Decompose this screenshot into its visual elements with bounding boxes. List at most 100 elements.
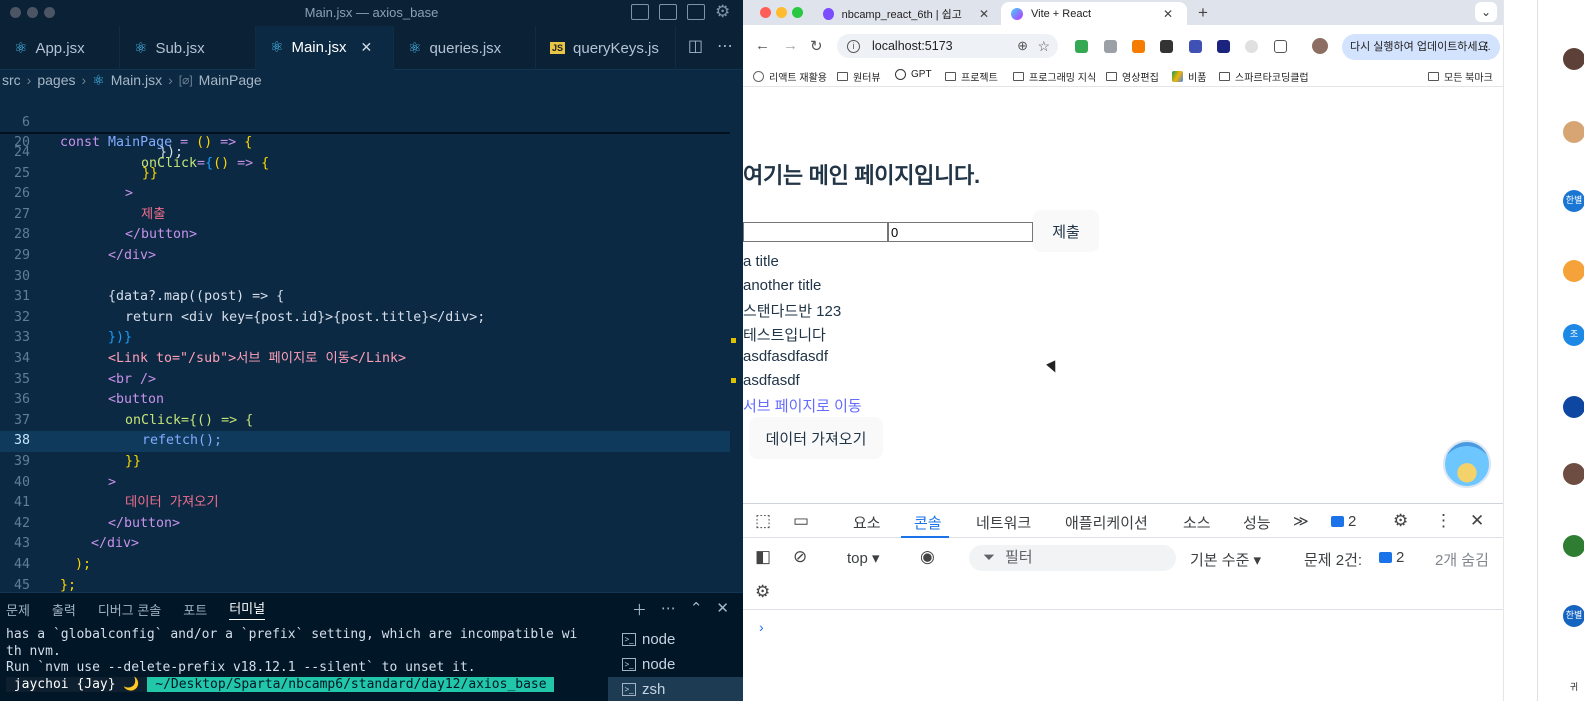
sub-page-link[interactable]: 서브 페이지로 이동 bbox=[743, 395, 862, 416]
filter-input[interactable]: ⏷ 필터 bbox=[969, 545, 1176, 571]
console-prompt[interactable]: › bbox=[759, 619, 764, 635]
toggle-sidebar-icon[interactable] bbox=[631, 4, 649, 20]
tab-querykeys-js[interactable]: JS queryKeys.js bbox=[536, 26, 676, 70]
gear-icon[interactable]: ⚙ bbox=[715, 4, 733, 21]
puzzle-icon[interactable] bbox=[1274, 40, 1287, 53]
bookmark-item[interactable]: 프로젝트 bbox=[945, 69, 998, 84]
views-input[interactable] bbox=[888, 222, 1033, 242]
terminal-output[interactable]: has a `globalconfig` and/or a `prefix` s… bbox=[6, 627, 601, 693]
inspect-element-icon[interactable]: ⬚ bbox=[755, 511, 771, 531]
forward-icon[interactable]: → bbox=[783, 37, 798, 54]
tab-performance[interactable]: 성능 bbox=[1243, 512, 1271, 533]
close-tab-icon[interactable]: ✕ bbox=[979, 7, 989, 21]
toggle-panel-icon[interactable] bbox=[659, 4, 677, 20]
avatar[interactable] bbox=[1563, 260, 1584, 282]
profile-avatar[interactable] bbox=[1312, 38, 1328, 54]
avatar[interactable]: 귀 bbox=[1563, 677, 1584, 699]
terminal-item[interactable]: >_ node bbox=[608, 627, 743, 652]
avatar[interactable]: 한별 bbox=[1563, 190, 1584, 212]
clear-console-icon[interactable]: ⊘ bbox=[793, 547, 807, 567]
issues-badge[interactable]: 2 bbox=[1331, 513, 1356, 530]
breadcrumb-item[interactable]: pages bbox=[37, 72, 75, 88]
extension-icon[interactable] bbox=[1075, 40, 1088, 53]
tab-ports[interactable]: 포트 bbox=[183, 600, 207, 619]
avatar[interactable] bbox=[1563, 396, 1584, 418]
settings-gear-icon[interactable]: ⚙ bbox=[755, 582, 770, 602]
more-tabs-icon[interactable]: ≫ bbox=[1293, 512, 1309, 530]
bookmark-item[interactable]: 스파르타코딩클럽 bbox=[1219, 69, 1309, 84]
more-actions-icon[interactable]: ⋯ bbox=[717, 36, 733, 55]
close-tab-icon[interactable]: ✕ bbox=[360, 39, 372, 56]
reload-icon[interactable]: ↻ bbox=[810, 37, 823, 55]
avatar[interactable] bbox=[1563, 535, 1584, 557]
breadcrumb-item[interactable]: src bbox=[2, 72, 21, 88]
eye-icon[interactable]: ◉ bbox=[920, 547, 935, 567]
avatar[interactable]: 한별 bbox=[1563, 605, 1584, 627]
bookmark-item[interactable]: 비품 bbox=[1172, 69, 1206, 84]
floating-island-icon[interactable] bbox=[1443, 440, 1491, 488]
device-toolbar-icon[interactable]: ▭ bbox=[793, 511, 809, 531]
chevron-down-icon[interactable]: ⌄ bbox=[1475, 2, 1497, 22]
maximize-window-button[interactable] bbox=[792, 7, 803, 18]
log-level-dropdown[interactable]: 기본 수준 ▾ bbox=[1190, 549, 1261, 570]
bookmark-item[interactable]: 모든 북마크 bbox=[1428, 69, 1493, 84]
bookmark-star-icon[interactable]: ☆ bbox=[1037, 38, 1050, 55]
avatar[interactable]: 조 bbox=[1563, 324, 1584, 346]
minimize-window-button[interactable] bbox=[776, 7, 787, 18]
site-info-icon[interactable]: i bbox=[847, 39, 860, 53]
zoom-icon[interactable]: ⊕ bbox=[1017, 38, 1028, 54]
issues-badge[interactable]: 2 bbox=[1379, 549, 1404, 566]
tab-app-jsx[interactable]: ⚛ App.jsx bbox=[0, 26, 120, 70]
tab-console[interactable]: 콘솔 bbox=[914, 512, 942, 533]
tab-application[interactable]: 애플리케이션 bbox=[1065, 512, 1148, 533]
tab-queries-jsx[interactable]: ⚛ queries.jsx bbox=[394, 26, 536, 70]
tab-sub-jsx[interactable]: ⚛ Sub.jsx bbox=[120, 26, 256, 70]
settings-gear-icon[interactable]: ⚙ bbox=[1393, 511, 1408, 531]
browser-tab[interactable]: nbcamp_react_6th | 쉽고 재미 ✕ bbox=[813, 2, 999, 25]
bookmark-item[interactable]: GPT bbox=[895, 69, 932, 80]
fetch-data-button[interactable]: 데이터 가져오기 bbox=[749, 417, 883, 459]
tab-terminal[interactable]: 터미널 bbox=[229, 598, 266, 620]
tab-elements[interactable]: 요소 bbox=[853, 512, 881, 533]
address-bar[interactable]: i localhost:5173 ⊕ ☆ bbox=[837, 34, 1058, 58]
maximize-panel-icon[interactable]: ⌃ bbox=[690, 599, 703, 620]
more-actions-icon[interactable]: ⋯ bbox=[661, 599, 676, 620]
tab-output[interactable]: 출력 bbox=[52, 600, 76, 619]
tab-main-jsx[interactable]: ⚛ Main.jsx ✕ bbox=[256, 26, 394, 70]
avatar[interactable] bbox=[1563, 463, 1584, 485]
extension-icon[interactable] bbox=[1160, 40, 1173, 53]
bookmark-item[interactable]: 프로그래밍 지식 bbox=[1013, 69, 1096, 84]
extension-icon[interactable] bbox=[1245, 40, 1258, 53]
avatar[interactable] bbox=[1563, 121, 1584, 143]
extension-icon[interactable] bbox=[1132, 40, 1145, 53]
tab-problems[interactable]: 문제 bbox=[6, 600, 30, 619]
tab-debug-console[interactable]: 디버그 콘솔 bbox=[98, 600, 161, 619]
code-editor[interactable]: 6 const MainPage = () => { 20 onClick={(… bbox=[0, 92, 743, 593]
sidebar-toggle-icon[interactable]: ◧ bbox=[755, 547, 771, 567]
close-window-button[interactable] bbox=[760, 7, 771, 18]
tab-sources[interactable]: 소스 bbox=[1183, 512, 1211, 533]
update-button[interactable]: 다시 실행하여 업데이트하세요. ⋮ bbox=[1342, 34, 1500, 60]
context-selector[interactable]: top ▾ bbox=[847, 549, 880, 567]
browser-tab-active[interactable]: Vite + React ✕ bbox=[1001, 2, 1187, 25]
avatar[interactable] bbox=[1563, 48, 1584, 70]
split-editor-icon[interactable]: ◫ bbox=[688, 36, 703, 55]
submit-button[interactable]: 제출 bbox=[1033, 210, 1099, 252]
extension-icon[interactable] bbox=[1217, 40, 1230, 53]
tab-network[interactable]: 네트워크 bbox=[976, 512, 1031, 533]
toggle-secondary-sidebar-icon[interactable] bbox=[687, 4, 705, 20]
bookmark-item[interactable]: 원터뷰 bbox=[837, 69, 881, 84]
breadcrumb-item[interactable]: Main.jsx bbox=[111, 72, 162, 88]
bookmark-item[interactable]: 영상편집 bbox=[1106, 69, 1159, 84]
more-vert-icon[interactable]: ⋮ bbox=[1435, 511, 1452, 531]
new-tab-button[interactable]: + bbox=[1198, 3, 1208, 23]
extension-icon[interactable] bbox=[1104, 40, 1117, 53]
sticky-scroll[interactable]: 6 const MainPage = () => { 20 onClick={(… bbox=[0, 92, 730, 171]
bookmark-item[interactable]: 리액트 재활용 bbox=[753, 69, 827, 84]
title-input[interactable] bbox=[743, 222, 888, 242]
close-panel-icon[interactable]: ✕ bbox=[716, 599, 729, 620]
back-icon[interactable]: ← bbox=[755, 37, 770, 54]
close-tab-icon[interactable]: ✕ bbox=[1163, 7, 1173, 21]
terminal-item[interactable]: >_ zsh bbox=[608, 677, 743, 701]
close-devtools-icon[interactable]: ✕ bbox=[1470, 511, 1484, 531]
